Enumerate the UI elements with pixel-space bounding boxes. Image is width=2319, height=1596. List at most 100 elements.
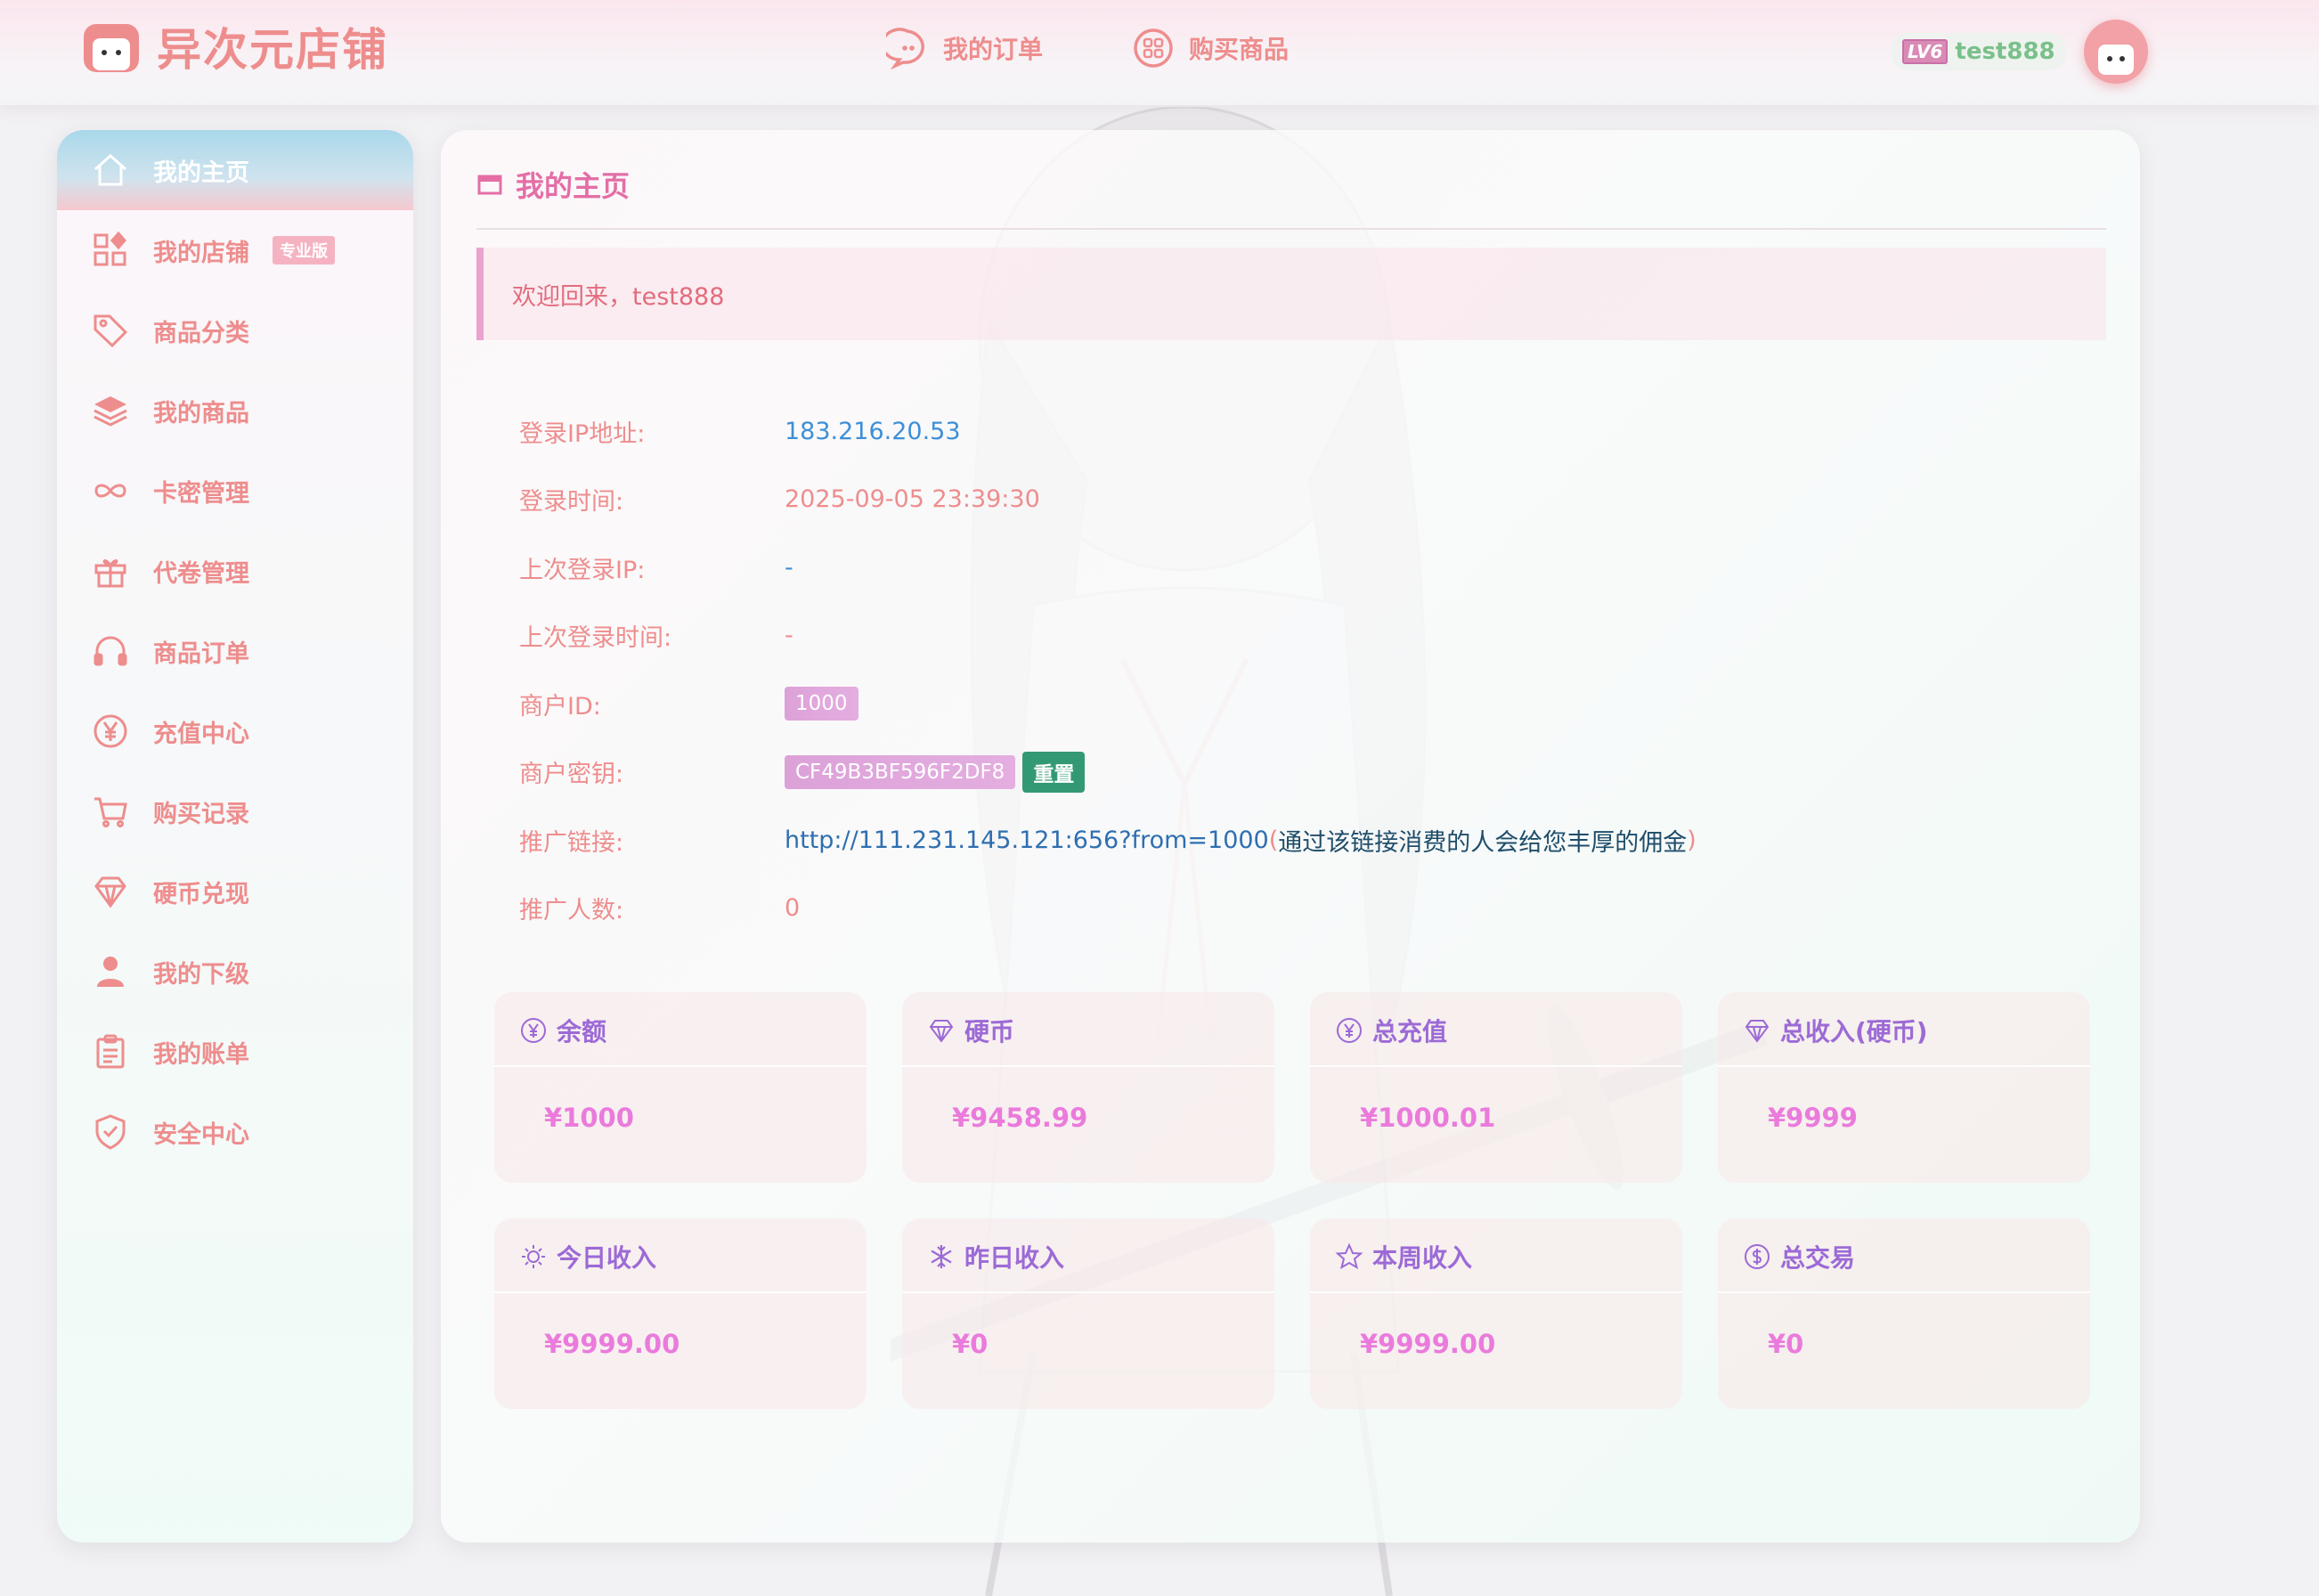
avatar-mascot-icon <box>2097 45 2134 75</box>
username: test888 <box>1955 38 2055 65</box>
stat-header: 余额 <box>519 1008 606 1053</box>
home-icon <box>94 153 126 186</box>
sidebar-item-label: 充值中心 <box>153 720 249 748</box>
sidebar-item-subordinates[interactable]: 我的下级 <box>57 932 413 1012</box>
sun-icon <box>522 1245 545 1268</box>
stat-divider <box>1718 1291 2090 1293</box>
brand-logo[interactable]: 异次元店铺 <box>82 14 388 78</box>
sidebar-item-label: 我的店铺 <box>153 239 249 267</box>
info-label: 登录时间: <box>519 488 624 517</box>
sidebar-item-label: 我的账单 <box>153 1040 249 1069</box>
stat-card-total-recharge: 总充值 ¥1000.01 <box>1310 992 1682 1183</box>
sidebar-item-home[interactable]: 我的主页 <box>57 130 413 210</box>
info-label: 商户ID: <box>519 692 601 721</box>
stat-divider <box>902 1065 1274 1067</box>
sidebar-item-my-shop[interactable]: 我的店铺 专业版 <box>57 210 413 290</box>
login-time-value: 2025-09-05 23:39:30 <box>785 485 1040 514</box>
title-divider <box>476 228 2106 230</box>
stat-card-yesterday-income: 昨日收入 ¥0 <box>902 1218 1274 1409</box>
nav-buy-goods[interactable]: 购买商品 <box>1132 27 1289 69</box>
stat-divider <box>494 1291 867 1293</box>
sidebar-item-label: 商品订单 <box>153 639 249 668</box>
sidebar-item-label: 我的主页 <box>153 159 249 187</box>
snowflake-icon <box>931 1245 952 1268</box>
grid-icon <box>94 231 126 266</box>
merchant-id-badge: 1000 <box>785 687 858 721</box>
info-row-promo-count: 推广人数: 0 <box>519 875 1697 943</box>
stat-card-week-income: 本周收入 ¥9999.00 <box>1310 1218 1682 1409</box>
stat-label: 硬币 <box>964 1017 1015 1046</box>
sidebar-item-categories[interactable]: 商品分类 <box>57 290 413 370</box>
stat-header: 昨日收入 <box>927 1234 1064 1279</box>
sidebar-item-coin-cashout[interactable]: 硬币兑现 <box>57 851 413 932</box>
login-ip-value: 183.216.20.53 <box>785 417 961 445</box>
stat-value: ¥0 <box>1768 1329 1804 1359</box>
stat-divider <box>1310 1291 1682 1293</box>
layers-icon <box>94 396 127 427</box>
stat-label: 本周收入 <box>1372 1243 1473 1273</box>
stat-header: 今日收入 <box>519 1234 656 1279</box>
stat-label: 余额 <box>557 1017 607 1046</box>
promo-paren-close: ) <box>1687 826 1697 854</box>
nav-label: 购买商品 <box>1189 35 1290 64</box>
yen-circle-icon <box>521 1018 546 1043</box>
diamond-icon <box>1745 1020 1770 1043</box>
stat-value: ¥9999.00 <box>1360 1329 1496 1359</box>
info-label: 上次登录IP: <box>519 556 646 584</box>
merchant-key-badge: CF49B3BF596F2DF8 <box>785 754 1016 789</box>
stat-label: 总交易 <box>1780 1243 1856 1273</box>
yen-icon <box>94 714 127 748</box>
shield-icon <box>95 1114 126 1150</box>
welcome-banner: 欢迎回来，test888 <box>476 248 2106 340</box>
window-icon <box>477 175 502 195</box>
stat-divider <box>494 1065 867 1067</box>
info-label: 推广人数: <box>519 897 624 925</box>
info-row-login-ip: 登录IP地址: 183.216.20.53 <box>519 397 1697 466</box>
pro-badge: 专业版 <box>273 236 335 265</box>
promo-paren-open: ( <box>1268 826 1279 854</box>
chat-icon <box>886 28 924 69</box>
gift-icon <box>94 559 126 588</box>
cart-icon <box>94 797 127 827</box>
stat-card-today-income: 今日收入 ¥9999.00 <box>494 1218 867 1409</box>
stats-grid: 余额 ¥1000 硬币 ¥9458.99 总充值 ¥1000.01 总收入(硬币… <box>494 992 2090 1409</box>
user-area: LV6 test888 <box>1892 20 2148 84</box>
stat-card-total-income-coins: 总收入(硬币) ¥9999 <box>1718 992 2090 1183</box>
sidebar-item-orders[interactable]: 商品订单 <box>57 611 413 691</box>
stat-divider <box>1718 1065 2090 1067</box>
stat-value: ¥9458.99 <box>952 1103 1088 1133</box>
yen-circle-icon <box>1337 1018 1362 1043</box>
sidebar-item-label: 购买记录 <box>153 800 249 828</box>
last-ip-value: - <box>785 553 793 582</box>
info-row-last-time: 上次登录时间: - <box>519 602 1697 671</box>
sidebar-item-card-keys[interactable]: 卡密管理 <box>57 451 413 531</box>
promo-note: 通过该链接消费的人会给您丰厚的佣金 <box>1278 828 1688 857</box>
sidebar-item-recharge[interactable]: 充值中心 <box>57 691 413 771</box>
user-badge[interactable]: LV6 test888 <box>1892 33 2066 70</box>
sidebar: 我的主页 我的店铺 专业版 商品分类 我的商品 卡密管理 代卷管理 商品订单 充… <box>57 130 413 1543</box>
info-label: 登录IP地址: <box>519 419 646 448</box>
reset-key-button[interactable]: 重置 <box>1022 751 1086 793</box>
sidebar-item-my-goods[interactable]: 我的商品 <box>57 370 413 451</box>
last-time-value: - <box>785 622 793 650</box>
sidebar-item-label: 安全中心 <box>153 1120 249 1149</box>
sidebar-item-security[interactable]: 安全中心 <box>57 1092 413 1172</box>
sidebar-item-coupons[interactable]: 代卷管理 <box>57 531 413 611</box>
stat-label: 今日收入 <box>557 1243 657 1273</box>
sidebar-item-label: 卡密管理 <box>153 479 249 508</box>
nav-my-orders[interactable]: 我的订单 <box>886 27 1043 69</box>
brand-name: 异次元店铺 <box>157 24 388 76</box>
sidebar-item-bills[interactable]: 我的账单 <box>57 1012 413 1092</box>
info-row-login-time: 登录时间: 2025-09-05 23:39:30 <box>519 466 1697 534</box>
sidebar-item-label: 我的下级 <box>153 960 249 989</box>
info-label: 商户密钥: <box>519 761 624 789</box>
stat-value: ¥1000.01 <box>1360 1103 1496 1133</box>
stat-value: ¥0 <box>952 1329 989 1359</box>
promo-link[interactable]: http://111.231.145.121:656?from=1000 <box>785 826 1269 854</box>
info-label: 上次登录时间: <box>519 624 672 653</box>
mascot-logo-icon <box>84 24 139 72</box>
avatar[interactable] <box>2083 20 2148 84</box>
account-info: 登录IP地址: 183.216.20.53 登录时间: 2025-09-05 2… <box>519 397 1697 942</box>
sidebar-item-purchases[interactable]: 购买记录 <box>57 771 413 851</box>
top-header: 异次元店铺 我的订单 购买商品 LV6 test888 <box>0 0 2319 105</box>
